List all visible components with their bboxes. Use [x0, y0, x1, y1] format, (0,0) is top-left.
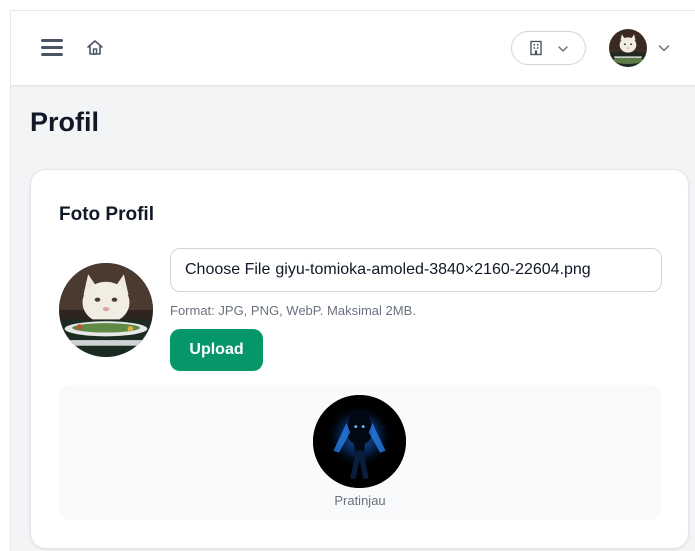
home-icon[interactable] — [85, 38, 105, 58]
preview-label: Pratinjau — [334, 493, 386, 508]
preview-image — [313, 395, 406, 488]
preview-panel: Pratinjau — [59, 385, 661, 520]
card-title: Foto Profil — [59, 204, 154, 225]
choose-file-button[interactable]: Choose File — [185, 261, 270, 279]
current-profile-photo — [59, 263, 153, 357]
chevron-down-icon — [558, 46, 568, 52]
top-navbar — [11, 11, 695, 86]
app-frame: Profil Foto Profil Choose File giyu-tomi… — [10, 10, 695, 551]
building-icon — [530, 40, 542, 56]
chevron-down-icon[interactable] — [657, 41, 671, 55]
organization-switcher[interactable] — [511, 31, 586, 65]
user-avatar[interactable] — [609, 29, 647, 67]
page-title: Profil — [30, 107, 100, 137]
profile-photo-card: Foto Profil Choose File giyu-tomioka-amo… — [30, 169, 689, 549]
upload-button[interactable]: Upload — [170, 329, 263, 371]
selected-file-name: giyu-tomioka-amoled-3840×2160-22604.png — [275, 261, 591, 278]
hamburger-menu-button[interactable] — [41, 38, 65, 58]
profile-photo-file-input[interactable]: Choose File giyu-tomioka-amoled-3840×216… — [170, 248, 662, 292]
file-format-hint: Format: JPG, PNG, WebP. Maksimal 2MB. — [170, 303, 416, 318]
